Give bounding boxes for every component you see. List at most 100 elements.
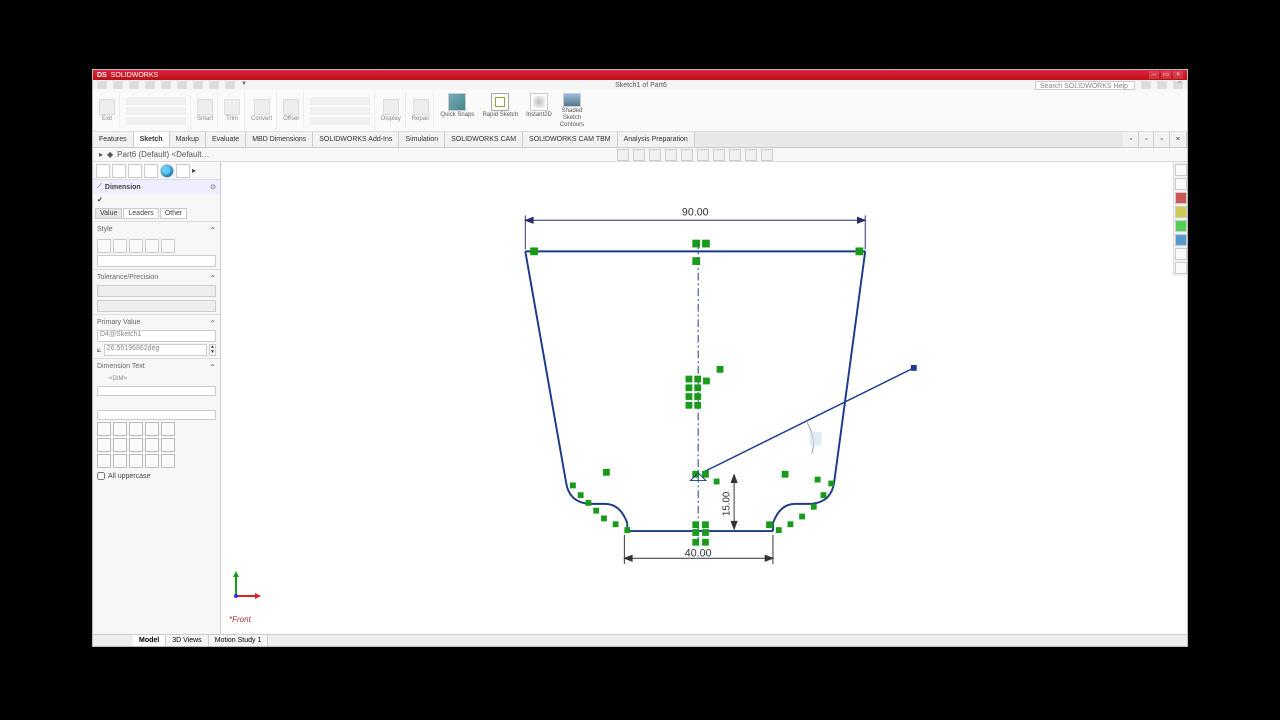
dim-top[interactable]: 90.00 xyxy=(682,206,709,218)
view-triad[interactable] xyxy=(231,571,261,604)
justify-8[interactable] xyxy=(129,438,143,452)
prev-view-icon[interactable] xyxy=(649,149,661,161)
view-orient-icon[interactable] xyxy=(681,149,693,161)
ribbon-mirror-ent[interactable] xyxy=(310,97,370,105)
taskpane-custom-props-icon[interactable] xyxy=(1175,248,1187,260)
pm-pushpin-icon[interactable]: ⊙ xyxy=(210,183,216,191)
pm-tab-leaders[interactable]: Leaders xyxy=(123,208,158,219)
pm-ok-button[interactable]: ✔ xyxy=(97,197,103,204)
help-icon[interactable] xyxy=(1157,81,1167,89)
display-mgr-icon[interactable] xyxy=(160,164,174,178)
doc-tab-label[interactable]: Part6 (Default) <Default… xyxy=(117,150,209,159)
pm-tab-value[interactable]: Value xyxy=(95,208,122,219)
primary-value-input[interactable]: 26.56196862deg xyxy=(104,344,207,356)
ribbon-move[interactable] xyxy=(310,117,370,125)
justify-11[interactable] xyxy=(97,454,111,468)
angle-dim-cursor[interactable] xyxy=(810,432,822,446)
minimize-button[interactable]: – xyxy=(1149,71,1159,79)
all-uppercase-checkbox[interactable] xyxy=(97,472,105,480)
tab-mbd[interactable]: MBD Dimensions xyxy=(246,132,313,147)
shaded-sketch-button[interactable]: ShadedSketchContours xyxy=(556,92,588,129)
property-mgr-icon[interactable] xyxy=(112,164,126,178)
status-tab-3dviews[interactable]: 3D Views xyxy=(166,635,208,646)
zoom-fit-icon[interactable] xyxy=(617,149,629,161)
ribbon-exit-sketch[interactable]: Exit xyxy=(95,92,120,129)
save-icon[interactable] xyxy=(129,81,139,89)
rapid-sketch-button[interactable]: Rapid Sketch xyxy=(478,92,522,129)
hide-show-icon[interactable] xyxy=(713,149,725,161)
style-btn-2[interactable] xyxy=(113,239,127,253)
instant2d-button[interactable]: Instant2D xyxy=(522,92,556,129)
viewport-close-icon[interactable]: × xyxy=(1170,132,1187,147)
ribbon-dimension[interactable]: Smart xyxy=(193,92,218,129)
open-icon[interactable] xyxy=(113,81,123,89)
tab-cam-tbm[interactable]: SOLIDWORKS CAM TBM xyxy=(523,132,618,147)
dimtext-prefix-icon[interactable] xyxy=(97,374,107,384)
status-tab-motion[interactable]: Motion Study 1 xyxy=(209,635,269,646)
justify-3[interactable] xyxy=(129,422,143,436)
dim-height[interactable]: 15.00 xyxy=(721,491,732,516)
ribbon-convert[interactable]: Convert xyxy=(247,92,277,129)
view-settings-icon[interactable] xyxy=(761,149,773,161)
primary-name-input[interactable]: D4@Sketch1 xyxy=(97,330,216,342)
tol-precision-input[interactable] xyxy=(97,300,216,312)
tol-collapse-icon[interactable]: ⌃ xyxy=(209,274,216,283)
search-input[interactable]: Search SOLIDWORKS Help xyxy=(1035,81,1135,90)
redo-icon[interactable] xyxy=(177,81,187,89)
justify-2[interactable] xyxy=(113,422,127,436)
ribbon-repair[interactable]: Repair xyxy=(408,92,435,129)
style-btn-5[interactable] xyxy=(161,239,175,253)
tab-cam[interactable]: SOLIDWORKS CAM xyxy=(445,132,523,147)
justify-6[interactable] xyxy=(97,438,111,452)
tab-analysis[interactable]: Analysis Preparation xyxy=(618,132,695,147)
ribbon-pattern[interactable] xyxy=(310,107,370,115)
justify-10[interactable] xyxy=(161,438,175,452)
dimtext-input-1[interactable] xyxy=(97,386,216,396)
pm-tab-other[interactable]: Other xyxy=(160,208,188,219)
justify-12[interactable] xyxy=(113,454,127,468)
new-icon[interactable] xyxy=(97,81,107,89)
justify-7[interactable] xyxy=(113,438,127,452)
rebuild-icon[interactable] xyxy=(209,81,219,89)
select-icon[interactable] xyxy=(193,81,203,89)
maximize-button[interactable]: ▭ xyxy=(1161,71,1171,79)
cam-tree-icon[interactable] xyxy=(176,164,190,178)
doc-expand-icon[interactable]: ▸ xyxy=(99,150,103,159)
justify-15[interactable] xyxy=(161,454,175,468)
justify-4[interactable] xyxy=(145,422,159,436)
tol-type-input[interactable] xyxy=(97,285,216,297)
ribbon-line[interactable] xyxy=(126,97,186,105)
justify-5[interactable] xyxy=(161,422,175,436)
close-button[interactable]: × xyxy=(1173,71,1183,79)
primary-collapse-icon[interactable]: ⌃ xyxy=(209,319,216,328)
viewport-dual-icon[interactable]: ▫ xyxy=(1139,132,1154,147)
taskpane-forum-icon[interactable] xyxy=(1175,262,1187,274)
dim-bottom[interactable]: 40.00 xyxy=(685,547,712,559)
quick-snaps-button[interactable]: Quick Snaps xyxy=(436,92,478,129)
config-mgr-icon[interactable] xyxy=(128,164,142,178)
tab-evaluate[interactable]: Evaluate xyxy=(206,132,246,147)
scene-icon[interactable] xyxy=(745,149,757,161)
dimtext-below-icon[interactable] xyxy=(97,398,107,408)
style-btn-4[interactable] xyxy=(145,239,159,253)
justify-13[interactable] xyxy=(129,454,143,468)
taskpane-home-icon[interactable] xyxy=(1175,164,1187,176)
graphics-area[interactable]: 90.00 xyxy=(221,162,1187,634)
taskpane-design-lib-icon[interactable] xyxy=(1175,192,1187,204)
taskpane-resources-icon[interactable] xyxy=(1175,178,1187,190)
status-tab-model[interactable]: Model xyxy=(133,635,166,646)
dimtext-collapse-icon[interactable]: ⌃ xyxy=(209,363,216,372)
zoom-area-icon[interactable] xyxy=(633,149,645,161)
ribbon-rect[interactable] xyxy=(126,117,186,125)
taskpane-view-palette-icon[interactable] xyxy=(1175,220,1187,232)
undo-icon[interactable] xyxy=(161,81,171,89)
justify-9[interactable] xyxy=(145,438,159,452)
tab-simulation[interactable]: Simulation xyxy=(399,132,445,147)
print-icon[interactable] xyxy=(145,81,155,89)
search-icon[interactable] xyxy=(1141,81,1151,89)
spinner-icon[interactable]: ▲▼ xyxy=(209,344,216,356)
dimtext-input-2[interactable] xyxy=(97,410,216,420)
taskpane-file-explorer-icon[interactable] xyxy=(1175,206,1187,218)
tree-dropdown-icon[interactable]: ▸ xyxy=(192,166,196,175)
tab-sketch[interactable]: Sketch xyxy=(134,132,170,147)
